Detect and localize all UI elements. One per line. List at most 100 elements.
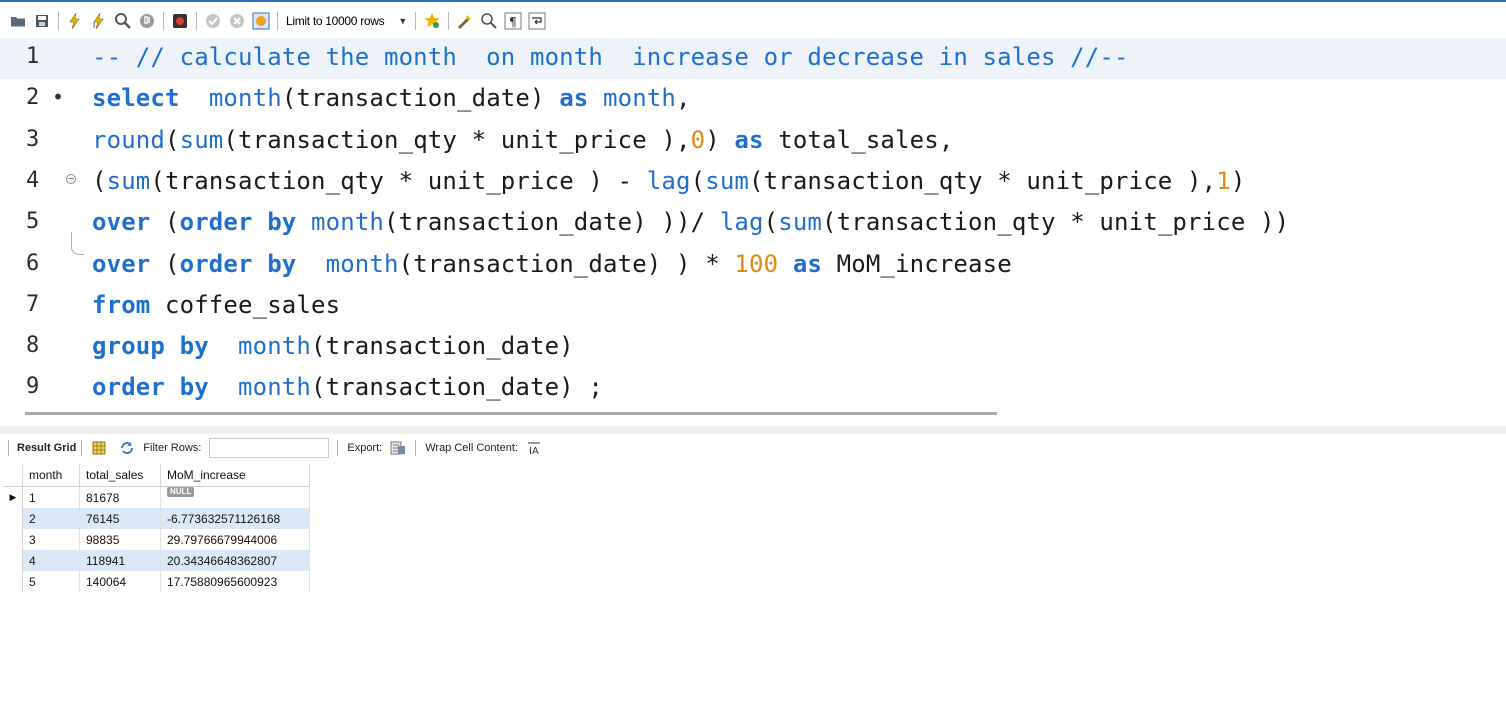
column-header-total-sales[interactable]: total_sales [79, 464, 161, 487]
export-label: Export: [347, 442, 383, 454]
cell-month[interactable]: 5 [22, 571, 80, 592]
folder-icon[interactable] [9, 12, 27, 30]
code-token: over [92, 249, 151, 278]
separator [447, 12, 449, 30]
wrap-cell-icon[interactable]: IA [526, 440, 542, 456]
grid-icon[interactable] [91, 440, 107, 456]
bookmark-icon[interactable] [423, 12, 441, 30]
code-line[interactable]: 4 (sum(transaction_qty * unit_price ) - l… [0, 162, 1506, 203]
editor-toolbar: I Limit to 10000 rows ▼ ¶ [0, 0, 1506, 40]
save-icon[interactable] [33, 12, 51, 30]
code-text: over (order by month(transaction_date) )… [92, 250, 1012, 278]
line-number: 1 [26, 44, 40, 69]
table-row[interactable]: 2 76145 -6.773632571126168 [4, 508, 310, 529]
fold-toggle-icon[interactable] [66, 173, 76, 184]
wrap-icon[interactable] [528, 12, 546, 30]
table-row[interactable]: 3 98835 29.79766679944006 [4, 529, 310, 550]
explain-icon[interactable] [114, 12, 132, 30]
stop-icon[interactable] [138, 12, 156, 30]
code-token: MoM_increase [822, 249, 1012, 278]
export-icon[interactable] [390, 440, 406, 456]
cell-mom-increase[interactable]: 17.75880965600923 [160, 571, 310, 592]
code-token: coffee_sales [150, 290, 341, 319]
sql-editor[interactable]: 1 -- // calculate the month on month incr… [0, 38, 1506, 408]
result-grid-tab[interactable]: Result Grid [17, 442, 76, 454]
cell-mom-increase[interactable]: 29.79766679944006 [160, 529, 310, 550]
code-token: sum [106, 166, 151, 195]
horizontal-scrollbar[interactable] [25, 412, 997, 415]
code-token: ( [150, 208, 180, 237]
svg-text:¶: ¶ [509, 15, 517, 29]
row-header[interactable] [4, 550, 23, 571]
code-token: lag [719, 208, 764, 237]
cell-month[interactable]: 1 [22, 486, 80, 508]
cell-month[interactable]: 4 [22, 550, 80, 571]
code-token: over [92, 208, 151, 237]
column-header-mom-increase[interactable]: MoM_increase [160, 464, 310, 487]
cell-total-sales[interactable]: 98835 [79, 529, 161, 550]
code-line[interactable]: 7 from coffee_sales [0, 286, 1506, 327]
invisible-chars-icon[interactable]: ¶ [504, 12, 522, 30]
code-token: as [792, 249, 823, 278]
current-row-indicator-icon[interactable]: ▶ [4, 486, 23, 508]
code-line[interactable]: 3 round(sum(transaction_qty * unit_price … [0, 121, 1506, 162]
code-line[interactable]: 1 -- // calculate the month on month incr… [0, 38, 1506, 79]
cell-mom-increase[interactable]: NULL [160, 486, 310, 508]
rollback-icon[interactable] [228, 12, 246, 30]
line-number: 6 [26, 250, 40, 276]
toggle-errors-icon[interactable] [171, 12, 189, 30]
svg-text:I: I [93, 21, 95, 30]
filter-rows-input[interactable] [209, 438, 330, 458]
line-number: 3 [26, 126, 40, 152]
cell-month[interactable]: 2 [22, 508, 80, 529]
table-row[interactable]: ▶ 1 81678 NULL [4, 486, 310, 508]
code-text: select month(transaction_date) as month, [92, 84, 691, 112]
code-token: from [92, 290, 151, 319]
cell-total-sales[interactable]: 81678 [79, 486, 161, 508]
find-icon[interactable] [480, 12, 498, 30]
code-line[interactable]: 6 over (order by month(transaction_date) … [0, 245, 1506, 286]
cell-total-sales[interactable]: 118941 [79, 550, 161, 571]
commit-icon[interactable] [204, 12, 222, 30]
refresh-icon[interactable] [119, 440, 135, 456]
line-number: 7 [26, 291, 40, 317]
code-line[interactable]: 9 order by month(transaction_date) ; [0, 368, 1506, 409]
row-header[interactable] [4, 529, 23, 550]
code-token: ( [92, 166, 107, 195]
code-token: (transaction_qty * unit_price ), [749, 166, 1217, 195]
autocommit-icon[interactable] [252, 12, 270, 30]
code-line[interactable]: 2 • select month(transaction_date) as mont… [0, 79, 1506, 120]
code-line[interactable]: 5 over (order by month(transaction_date) … [0, 203, 1506, 244]
column-header-month[interactable]: month [22, 464, 80, 487]
separator [58, 12, 59, 30]
execute-icon[interactable] [66, 12, 84, 30]
table-row[interactable]: 4 118941 20.34346648362807 [4, 550, 310, 571]
cell-mom-increase[interactable]: 20.34346648362807 [160, 550, 310, 571]
execute-current-icon[interactable]: I [90, 12, 108, 30]
code-token: order by [179, 249, 297, 278]
code-token: month [238, 373, 311, 402]
panel-divider[interactable] [0, 426, 1506, 434]
code-token: as [734, 125, 764, 154]
code-token: 0 [690, 125, 706, 154]
separator [337, 440, 339, 456]
separator [414, 12, 416, 30]
code-text: from coffee_sales [92, 291, 340, 319]
code-token: order by [92, 373, 209, 402]
cell-total-sales[interactable]: 76145 [79, 508, 161, 529]
code-line[interactable]: 8 group by month(transaction_date) [0, 327, 1506, 368]
limit-rows-select[interactable]: Limit to 10000 rows ▼ [286, 12, 407, 30]
null-badge: NULL [167, 486, 195, 497]
grid-header-row: month total_sales MoM_increase [4, 464, 310, 487]
cell-month[interactable]: 3 [22, 529, 80, 550]
code-token: (transaction_qty * unit_price ), [223, 125, 691, 154]
result-grid[interactable]: month total_sales MoM_increase ▶ 1 81678 NU… [4, 464, 310, 592]
row-header[interactable] [4, 508, 23, 529]
beautify-icon[interactable] [456, 12, 474, 30]
cell-total-sales[interactable]: 140064 [79, 571, 161, 592]
cell-mom-increase[interactable]: -6.773632571126168 [160, 508, 310, 529]
row-header[interactable] [4, 571, 23, 592]
table-row[interactable]: 5 140064 17.75880965600923 [4, 571, 310, 592]
code-token: sum [179, 125, 224, 154]
